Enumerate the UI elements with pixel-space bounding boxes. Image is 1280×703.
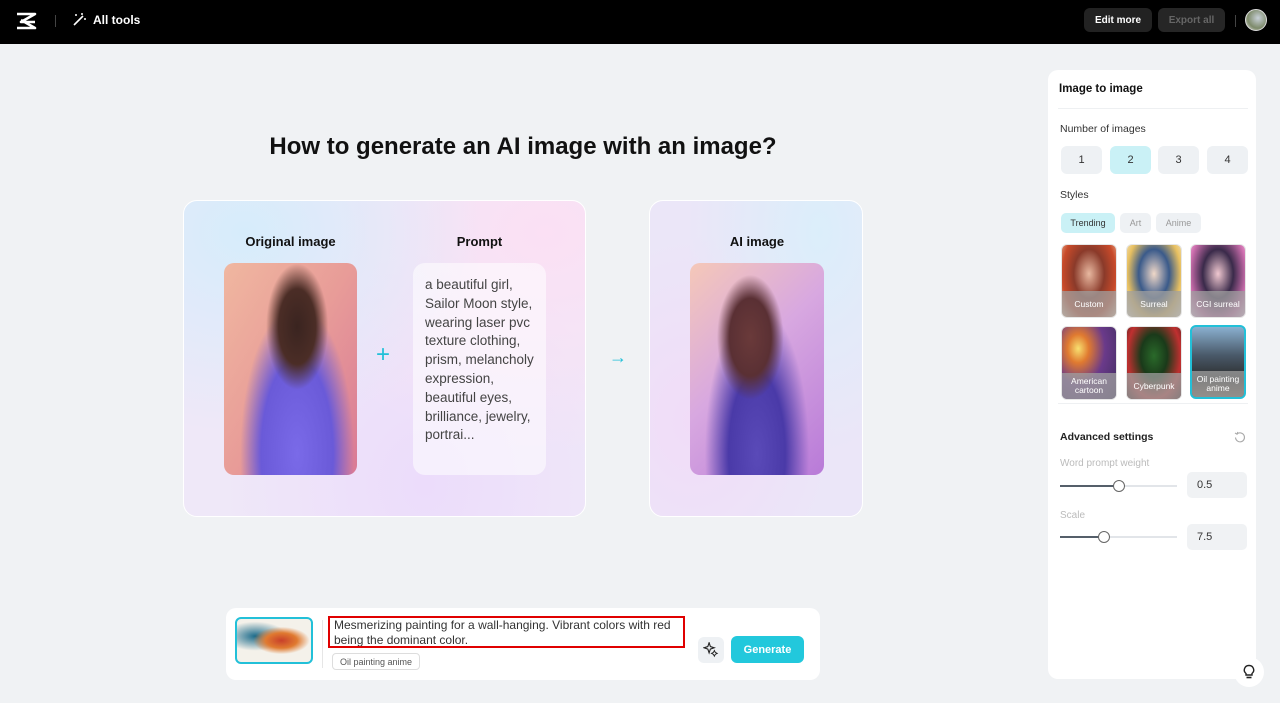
style-tile-cgi-surreal[interactable]: CGI surreal: [1190, 244, 1246, 318]
number-option-4[interactable]: 4: [1207, 146, 1248, 174]
tips-button[interactable]: [1234, 657, 1264, 687]
slider-thumb[interactable]: [1098, 531, 1111, 543]
divider: [1058, 403, 1248, 404]
tab-anime[interactable]: Anime: [1156, 213, 1201, 233]
slider-fill: [1060, 485, 1119, 487]
capcut-logo-icon[interactable]: [15, 11, 37, 31]
tab-art[interactable]: Art: [1120, 213, 1151, 233]
scale-slider[interactable]: [1060, 530, 1177, 544]
example-output-card: AI image: [649, 200, 863, 517]
original-image: [224, 263, 357, 475]
all-tools-button[interactable]: All tools: [72, 12, 140, 27]
advanced-settings-label: Advanced settings: [1060, 431, 1154, 443]
style-tile-label: CGI surreal: [1191, 291, 1245, 317]
styles-label: Styles: [1060, 189, 1089, 201]
enhance-prompt-button[interactable]: [698, 637, 724, 663]
style-tile-label: Surreal: [1127, 291, 1181, 317]
reset-icon[interactable]: [1234, 431, 1246, 443]
export-all-button[interactable]: Export all: [1158, 8, 1225, 32]
arrow-right-icon: →: [609, 347, 627, 367]
prompt-bar: Mesmerizing painting for a wall-hanging.…: [226, 608, 820, 680]
style-tile-cyberpunk[interactable]: Cyberpunk: [1126, 326, 1182, 400]
tab-trending[interactable]: Trending: [1061, 213, 1115, 233]
top-bar: All tools Edit more Export all: [0, 0, 1280, 44]
magic-wand-icon: [73, 13, 86, 26]
style-tile-oil-painting-anime[interactable]: Oil painting anime: [1190, 325, 1246, 399]
reference-image-thumbnail[interactable]: [235, 617, 313, 664]
number-option-3[interactable]: 3: [1158, 146, 1199, 174]
original-image-label: Original image: [245, 234, 336, 249]
number-of-images-label: Number of images: [1060, 123, 1146, 135]
word-prompt-weight-label: Word prompt weight: [1060, 458, 1150, 469]
style-tile-label: Oil painting anime: [1192, 371, 1244, 397]
number-option-1[interactable]: 1: [1061, 146, 1102, 174]
word-prompt-weight-value[interactable]: 0.5: [1187, 472, 1247, 498]
sparkle-icon: [703, 642, 719, 658]
all-tools-label: All tools: [93, 12, 141, 27]
plus-icon: +: [376, 341, 391, 368]
prompt-input[interactable]: Mesmerizing painting for a wall-hanging.…: [328, 616, 685, 648]
settings-panel: Image to image Number of images 1 2 3 4 …: [1048, 70, 1256, 679]
divider: [55, 15, 56, 27]
panel-title: Image to image: [1059, 83, 1143, 95]
lightbulb-icon: [1243, 664, 1255, 679]
word-prompt-weight-slider[interactable]: [1060, 479, 1177, 493]
style-tile-label: American cartoon: [1062, 373, 1116, 399]
example-input-card: Original image Prompt + a beautiful girl…: [183, 200, 586, 517]
selected-style-chip[interactable]: Oil painting anime: [332, 653, 421, 670]
style-tile-label: Custom: [1062, 291, 1116, 317]
divider: [1058, 108, 1248, 109]
number-option-2[interactable]: 2: [1110, 146, 1151, 174]
style-tile-label: Cyberpunk: [1127, 373, 1181, 399]
divider: [1235, 15, 1236, 27]
prompt-label: Prompt: [456, 234, 503, 249]
style-tile-custom[interactable]: Custom: [1061, 244, 1117, 318]
style-tile-american-cartoon[interactable]: American cartoon: [1061, 326, 1117, 400]
page-title: How to generate an AI image with an imag…: [269, 133, 777, 160]
edit-more-button[interactable]: Edit more: [1084, 8, 1152, 32]
scale-label: Scale: [1060, 510, 1086, 521]
ai-image-label: AI image: [729, 234, 785, 249]
scale-value[interactable]: 7.5: [1187, 524, 1247, 550]
ai-image: [690, 263, 824, 475]
divider: [322, 620, 323, 668]
style-tile-surreal[interactable]: Surreal: [1126, 244, 1182, 318]
avatar[interactable]: [1245, 9, 1267, 31]
generate-button[interactable]: Generate: [731, 636, 804, 663]
example-prompt-text: a beautiful girl, Sailor Moon style, wea…: [413, 263, 546, 475]
slider-thumb[interactable]: [1112, 480, 1125, 492]
